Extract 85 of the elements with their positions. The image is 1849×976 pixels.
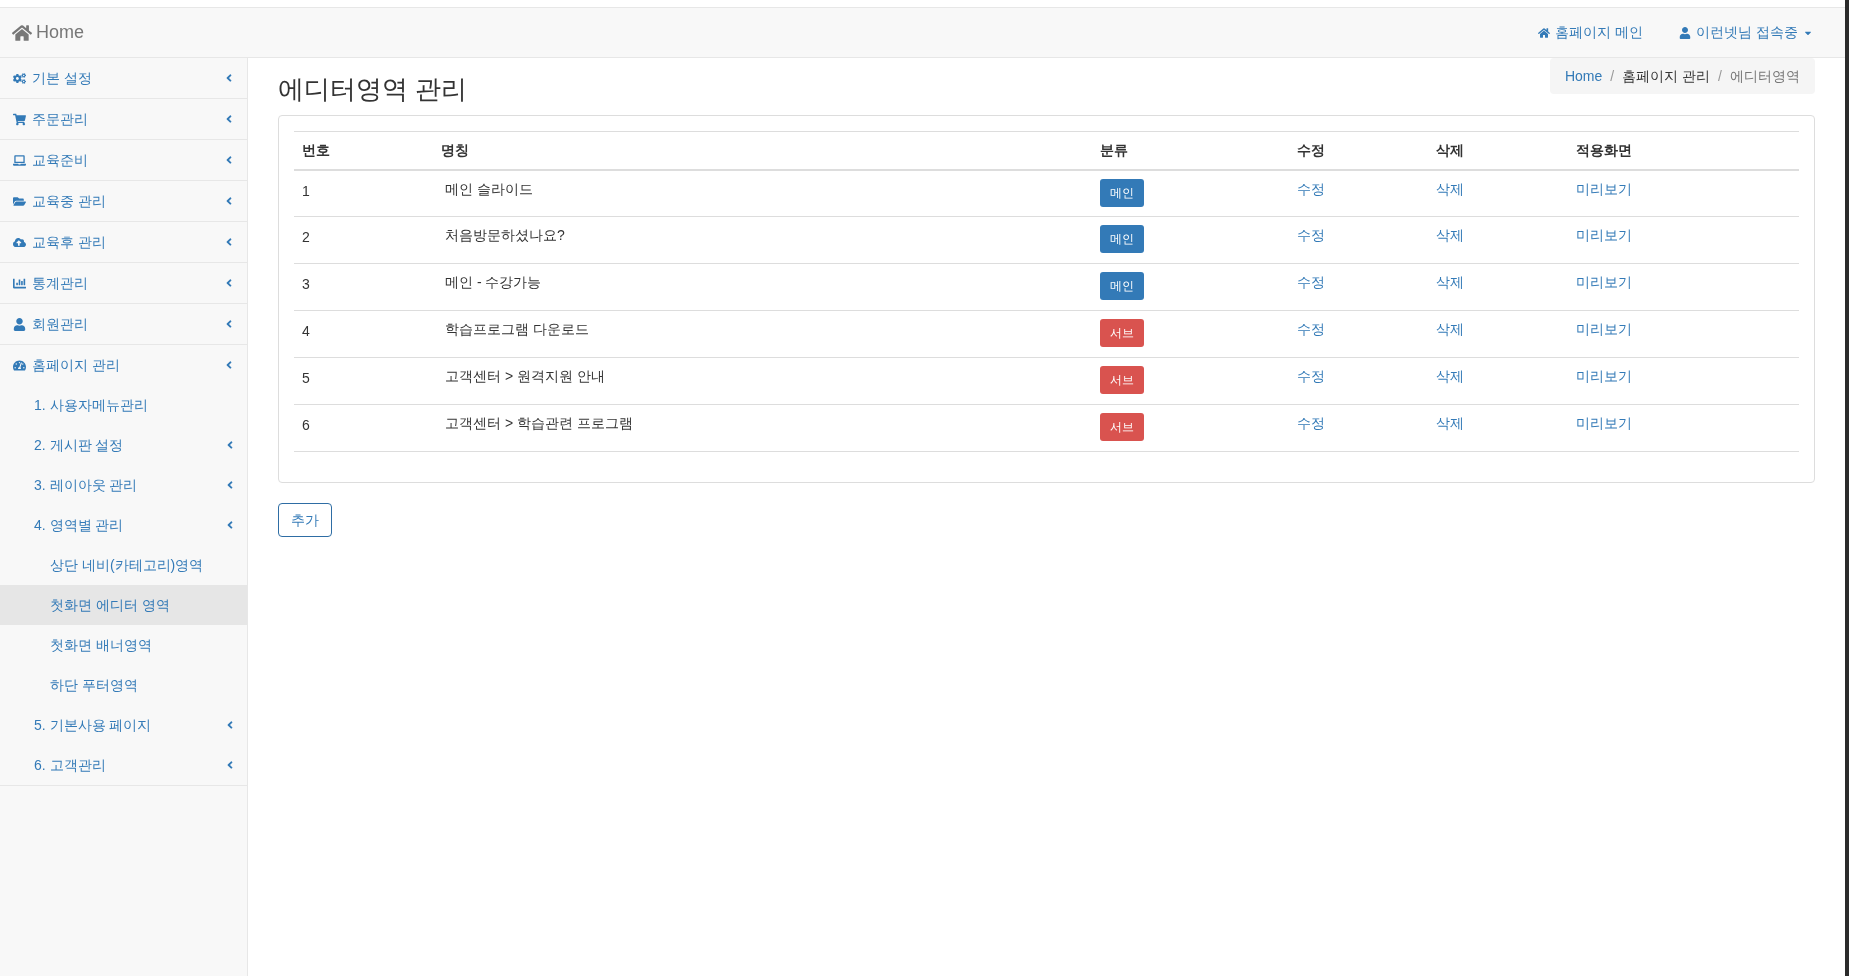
sidebar-item[interactable]: 홈페이지 관리	[0, 345, 247, 385]
user-icon	[13, 317, 26, 331]
folder-icon	[13, 194, 26, 208]
preview-link[interactable]: 미리보기	[1576, 227, 1632, 243]
chevron-icon	[224, 236, 234, 248]
cloud-upload-icon	[13, 235, 26, 249]
table-cell: 2	[302, 229, 310, 245]
edit-link[interactable]: 수정	[1297, 180, 1325, 197]
chevron-icon	[225, 519, 235, 531]
table-cell: 처음방문하셨나요?	[445, 227, 565, 243]
table-cell: 3	[302, 276, 310, 292]
chevron-icon	[224, 359, 234, 371]
edit-link[interactable]: 수정	[1297, 368, 1325, 384]
chevron-icon	[225, 759, 235, 771]
home-icon	[12, 22, 32, 43]
user-icon	[1679, 26, 1692, 39]
column-header: 삭제	[1436, 141, 1464, 158]
sidebar-item[interactable]: 교육준비	[0, 140, 247, 180]
preview-link[interactable]: 미리보기	[1576, 321, 1632, 337]
category-label: 메인	[1100, 225, 1144, 253]
chevron-icon	[224, 318, 234, 330]
cart-icon	[13, 112, 26, 126]
edit-link[interactable]: 수정	[1297, 415, 1325, 431]
sidebar-item[interactable]: 회원관리	[0, 304, 247, 344]
table-cell: 고객센터 > 원격지원 안내	[445, 368, 605, 384]
edit-link[interactable]: 수정	[1297, 321, 1325, 337]
category-label: 메인	[1100, 178, 1144, 207]
delete-link[interactable]: 삭제	[1436, 368, 1464, 384]
breadcrumb-separator: /	[1718, 66, 1722, 86]
chevron-icon	[224, 113, 234, 125]
breadcrumb-link[interactable]: 홈페이지 관리	[1622, 65, 1711, 87]
table-cell: 5	[302, 370, 310, 386]
category-label: 메인	[1100, 272, 1144, 300]
edit-link[interactable]: 수정	[1297, 274, 1325, 290]
sidebar-item[interactable]: 교육후 관리	[0, 222, 247, 262]
delete-link[interactable]: 삭제	[1436, 227, 1464, 243]
preview-link[interactable]: 미리보기	[1576, 180, 1632, 197]
table-cell: 메인 - 수강가능	[445, 274, 542, 290]
column-header: 명칭	[441, 141, 469, 158]
column-header: 적용화면	[1576, 141, 1632, 158]
table-cell: 6	[302, 417, 310, 433]
sidebar-item[interactable]: 교육중 관리	[0, 181, 247, 221]
nav-link[interactable]: 홈페이지 메인	[1538, 22, 1644, 43]
delete-link[interactable]: 삭제	[1436, 415, 1464, 431]
preview-link[interactable]: 미리보기	[1576, 274, 1632, 290]
breadcrumb-separator: /	[1610, 66, 1615, 86]
delete-link[interactable]: 삭제	[1436, 180, 1464, 197]
chevron-icon	[225, 479, 235, 491]
delete-link[interactable]: 삭제	[1436, 321, 1464, 337]
category-label: 서브	[1100, 413, 1144, 441]
category-label: 서브	[1100, 366, 1144, 394]
table-cell: 4	[302, 323, 310, 339]
sidebar-item[interactable]: 기본 설정	[0, 58, 247, 98]
home-icon	[1538, 26, 1551, 39]
breadcrumb-current: 에디터영역	[1730, 66, 1800, 86]
bar-chart-icon	[13, 276, 26, 290]
chevron-icon	[224, 72, 234, 84]
column-header: 수정	[1297, 141, 1325, 158]
gears-icon	[13, 71, 26, 85]
table-cell: 1	[302, 182, 310, 199]
category-label: 서브	[1100, 319, 1144, 347]
chevron-icon	[224, 195, 234, 207]
chevron-icon	[224, 277, 234, 289]
column-header: 번호	[302, 141, 330, 158]
preview-link[interactable]: 미리보기	[1576, 368, 1632, 384]
chevron-icon	[225, 439, 235, 451]
nav-link[interactable]: 이런넷님 접속중	[1679, 22, 1813, 43]
preview-link[interactable]: 미리보기	[1576, 415, 1632, 431]
laptop-icon	[13, 153, 26, 167]
chevron-icon	[224, 154, 234, 166]
gauge-icon	[13, 358, 26, 372]
page-title: 에디터영역 관리	[278, 73, 468, 106]
add-button[interactable]: 추가	[278, 503, 332, 537]
edit-link[interactable]: 수정	[1297, 227, 1325, 243]
sidebar-item[interactable]: 통계관리	[0, 263, 247, 303]
table-cell: 메인 슬라이드	[445, 180, 533, 197]
table-cell: 고객센터 > 학습관련 프로그램	[445, 415, 633, 431]
sidebar-item[interactable]: 주문관리	[0, 99, 247, 139]
table-cell: 학습프로그램 다운로드	[445, 321, 589, 337]
delete-link[interactable]: 삭제	[1436, 274, 1464, 290]
breadcrumb-link[interactable]: Home	[1564, 65, 1603, 87]
brand-link[interactable]: Home	[12, 19, 84, 46]
sidebar-subitem[interactable]: 첫화면 에디터 영역	[0, 585, 247, 625]
chevron-icon	[225, 719, 235, 731]
column-header: 분류	[1100, 141, 1128, 158]
